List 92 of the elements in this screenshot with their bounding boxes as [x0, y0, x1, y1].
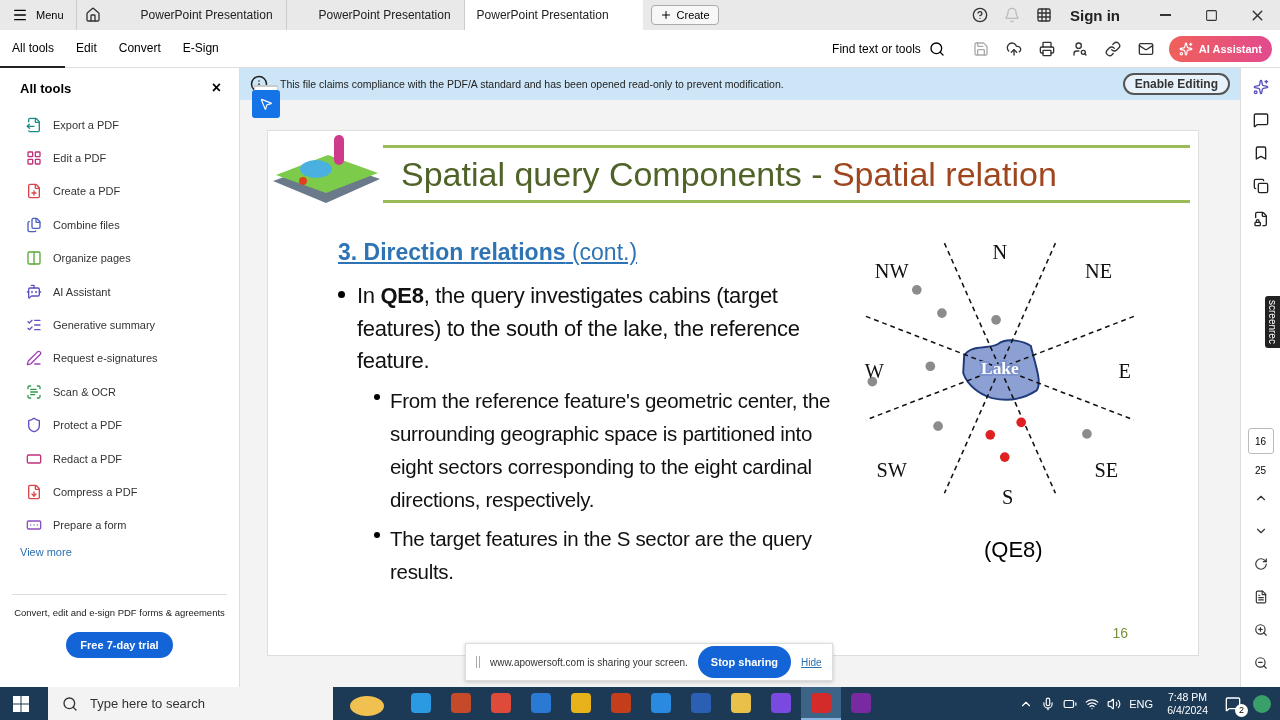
shield-icon — [26, 417, 42, 434]
tool-item[interactable]: Export a PDF — [0, 108, 239, 142]
document-tab[interactable]: PowerPoint Presentation — [464, 0, 643, 30]
bullet-icon — [374, 393, 380, 400]
find-button[interactable]: Find text or tools — [826, 39, 951, 58]
tool-item[interactable]: Create a PDF — [0, 174, 239, 209]
view-more-link[interactable]: View more — [20, 546, 239, 559]
page-total: 25 — [1254, 465, 1267, 476]
files-icon — [26, 216, 42, 233]
document-tab[interactable]: PowerPoint Presentation — [108, 0, 287, 30]
pen-icon — [26, 350, 42, 367]
menu-button[interactable]: Menu — [0, 0, 77, 30]
taskbar-search-field[interactable]: Type here to search — [48, 687, 333, 720]
help-icon — [972, 7, 988, 23]
tool-tab[interactable]: Convert — [107, 29, 172, 68]
home-icon — [84, 7, 101, 23]
direction-label: NW — [874, 260, 909, 283]
sharing-message: www.apowersoft.com is sharing your screen. — [490, 656, 688, 668]
slide-title: Spatial query Components - — [401, 154, 824, 194]
search-placeholder: Type here to search — [90, 696, 205, 711]
tool-item[interactable]: Organize pages — [0, 241, 239, 275]
file-plus-icon — [26, 183, 42, 200]
page-number-field[interactable]: 16 — [1247, 428, 1274, 454]
network-icon — [1085, 696, 1100, 711]
panel-title: All tools — [20, 80, 72, 96]
columns-icon — [26, 250, 42, 267]
tool-item[interactable]: Redact a PDF — [0, 441, 239, 476]
bullet-icon — [338, 291, 345, 298]
promo-text: Convert, edit and e-sign PDF forms & agreements — [14, 607, 225, 619]
grip-icon[interactable] — [476, 656, 480, 668]
sign-in-link[interactable]: Sign in — [1070, 6, 1120, 24]
menu-icon — [12, 7, 28, 23]
plus-icon — [659, 9, 672, 21]
slide-number: 16 — [1112, 625, 1128, 641]
tool-item[interactable]: Request e-signatures — [0, 341, 239, 376]
tool-item[interactable]: Prepare a form — [0, 508, 239, 543]
stop-sharing-button[interactable]: Stop sharing — [697, 646, 792, 678]
direction-label: SE — [1094, 459, 1119, 482]
search-icon — [62, 695, 78, 712]
slide-title-accent: Spatial relation — [831, 154, 1057, 194]
search-icon — [928, 40, 945, 57]
microphone-icon — [1041, 696, 1056, 711]
info-message: This file claims compliance with the PDF/A standard and has been opened read-only to prevent modification. — [280, 78, 784, 90]
bullet-text: In QE8, the query investigates cabins (target features) to the south of the lake, the reference feature. — [357, 282, 801, 375]
volume-icon — [1107, 696, 1122, 711]
hide-link[interactable]: Hide — [801, 656, 822, 668]
clock[interactable]: 7:48 PM 6/4/2024 — [1167, 690, 1208, 717]
tool-item[interactable]: Edit a PDF — [0, 141, 239, 175]
tool-tab[interactable]: Edit — [65, 29, 108, 68]
direction-label: S — [1002, 486, 1014, 509]
tool-item[interactable]: Combine files — [0, 208, 239, 242]
create-button[interactable]: Create — [650, 5, 719, 25]
enable-editing-button[interactable]: Enable Editing — [1122, 73, 1230, 95]
bullet-text: The target features in the S sector are the query results. — [390, 525, 813, 585]
bullet-icon — [374, 531, 380, 538]
tool-item[interactable]: Scan & OCR — [0, 375, 239, 409]
direction-label: SW — [876, 459, 907, 482]
section-heading: 3. Direction relations (cont.) — [338, 239, 639, 266]
minimize-icon — [1159, 14, 1171, 16]
direction-label: E — [1118, 359, 1131, 382]
diagram-caption: (QE8) — [984, 537, 1043, 563]
trial-button[interactable]: Free 7-day trial — [66, 632, 173, 659]
recorder-badge: screenrec — [1265, 296, 1280, 348]
maximize-icon — [1204, 8, 1218, 22]
message-icon — [1225, 695, 1241, 712]
bullet-text: From the reference feature's geometric center, the surrounding geographic space is partitioned into eight sectors corresponding to the eight cardinal directions, respectively. — [390, 387, 832, 513]
windows-logo-icon — [13, 695, 29, 712]
tool-item[interactable]: Compress a PDF — [0, 475, 239, 509]
language-indicator[interactable]: ENG — [1129, 697, 1154, 710]
layout-icon — [26, 150, 42, 167]
tool-item[interactable]: Protect a PDF — [0, 408, 239, 442]
scan-icon — [26, 383, 42, 400]
direction-label: NE — [1085, 260, 1113, 283]
apps-icon — [1036, 7, 1052, 23]
file-down-icon — [26, 484, 42, 500]
tool-tab[interactable]: E-Sign — [171, 29, 230, 68]
chat-bot-icon — [26, 283, 42, 300]
tool-item[interactable]: AI Assistant — [0, 274, 239, 309]
cursor-icon — [259, 97, 273, 111]
widget-icon[interactable] — [1252, 693, 1272, 714]
close-button[interactable]: × — [211, 79, 221, 97]
bell-icon — [1004, 7, 1020, 23]
tool-item[interactable]: Generative summary — [0, 308, 239, 342]
document-tab[interactable]: PowerPoint Presentation — [286, 0, 465, 30]
taskbar-app-icon[interactable] — [801, 687, 841, 720]
sparkles-icon — [1178, 41, 1193, 56]
notification-count: 2 — [1235, 703, 1248, 717]
direction-label: N — [992, 240, 1008, 263]
direction-label: W — [864, 359, 884, 382]
tool-tab[interactable]: All tools — [0, 29, 66, 68]
file-export-icon — [26, 116, 42, 133]
ai-assistant-button[interactable]: AI Assistant — [1168, 35, 1272, 62]
